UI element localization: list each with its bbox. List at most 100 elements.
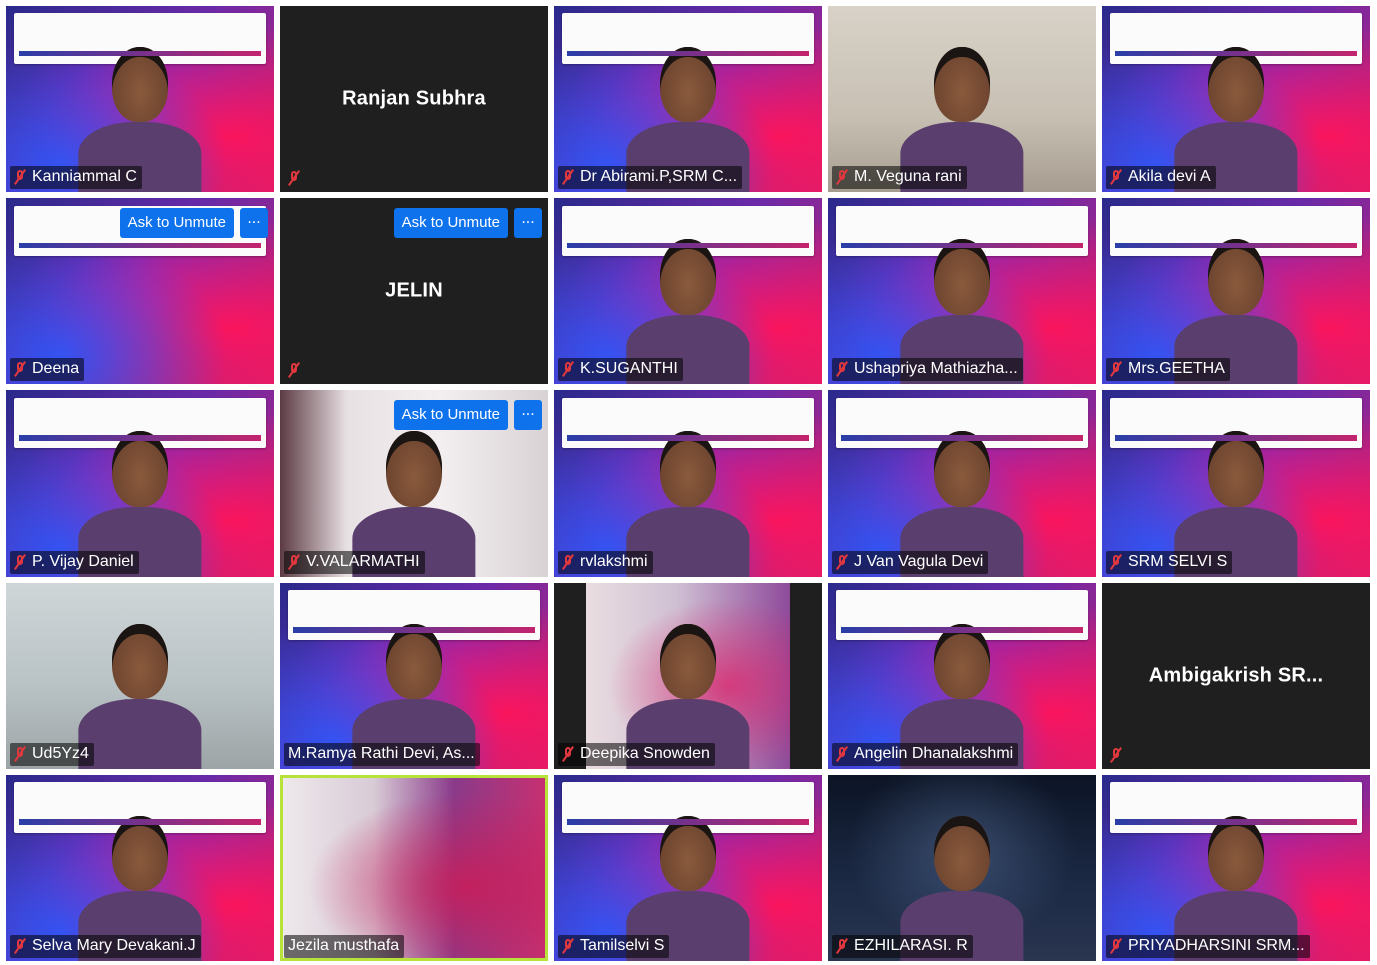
microphone-muted-icon [1110,169,1122,185]
participant-tile[interactable]: Tamilselvi S [554,774,822,961]
microphone-muted-icon [14,938,26,954]
participant-name: Ud5Yz4 [32,744,89,762]
participant-name-tag: Ushapriya Mathiazha... [832,358,1023,382]
microphone-muted-icon [562,746,574,762]
participant-name-tag: V.VALARMATHI [284,550,425,574]
more-options-icon[interactable]: ··· [514,400,542,431]
participant-name: M. Veguna rani [854,168,962,186]
participant-name-tag: Mrs.GEETHA [1106,358,1230,382]
participant-name-tag: Tamilselvi S [558,934,670,958]
participant-name-tag: Dr Abirami.P,SRM C... [558,166,743,190]
participant-name-tag: Selva Mary Devakani.J [10,934,201,958]
participant-name-tag: EZHILARASI. R [832,934,973,958]
microphone-muted-icon [288,170,300,186]
participant-name-tag: M.Ramya Rathi Devi, As... [284,742,480,766]
participant-name-tag: Angelin Dhanalakshmi [832,742,1019,766]
gallery-view: Kanniammal C Ranjan Subhra Dr Abirami.P,SR… [6,6,1370,961]
microphone-muted-icon [562,169,574,185]
participant-name-tag: Ud5Yz4 [10,742,94,766]
ask-to-unmute-button[interactable]: Ask to Unmute [393,400,508,431]
microphone-muted-icon [14,361,26,377]
participant-name: Jezila musthafa [288,936,400,954]
participant-tile[interactable]: Dr Abirami.P,SRM C... [554,6,822,193]
microphone-muted-icon [562,554,574,570]
participant-tile[interactable]: EZHILARASI. R [828,774,1096,961]
participant-name: Deena [32,360,80,378]
participant-name: J Van Vagula Devi [854,552,984,570]
participant-tile[interactable]: JELIN Ask to Unmute ··· [280,198,548,385]
more-options-icon[interactable]: ··· [514,208,542,239]
microphone-muted-icon [562,938,574,954]
participant-tile[interactable]: M.Ramya Rathi Devi, As... [280,582,548,769]
microphone-muted-icon [14,746,26,762]
microphone-muted-icon [288,362,300,378]
participant-display-name: JELIN [385,279,443,302]
participant-name: Mrs.GEETHA [1128,360,1225,378]
participant-name-tag: Deena [10,358,85,382]
participant-tile[interactable]: Ushapriya Mathiazha... [828,198,1096,385]
microphone-muted-icon [1110,747,1122,763]
participant-display-name: Ambigakrish SR... [1148,664,1324,687]
participant-name: rvlakshmi [580,552,648,570]
participant-tile[interactable]: Ranjan Subhra [280,6,548,193]
tile-controls: Ask to Unmute ··· [393,400,542,431]
participant-name-tag: rvlakshmi [558,550,653,574]
participant-name: Selva Mary Devakani.J [32,936,196,954]
participant-name-tag: K.SUGANTHI [558,358,683,382]
participant-tile[interactable]: P. Vijay Daniel [6,390,274,577]
microphone-muted-icon [288,554,300,570]
participant-tile[interactable]: Mrs.GEETHA [1102,198,1370,385]
participant-tile[interactable]: Akila devi A [1102,6,1370,193]
participant-name-tag: PRIYADHARSINI SRM... [1106,934,1310,958]
participant-tile[interactable]: Selva Mary Devakani.J [6,774,274,961]
microphone-muted-icon [14,554,26,570]
participant-name: V.VALARMATHI [306,552,420,570]
participant-name: Tamilselvi S [580,936,665,954]
microphone-muted-icon [836,361,848,377]
microphone-muted-icon [836,938,848,954]
participant-tile[interactable]: Deepika Snowden [554,582,822,769]
participant-name-tag: M. Veguna rani [832,166,967,190]
participant-name-tag: P. Vijay Daniel [10,550,139,574]
tile-controls: Ask to Unmute ··· [393,208,542,239]
participant-name: Dr Abirami.P,SRM C... [580,168,738,186]
microphone-muted-icon [14,169,26,185]
participant-tile[interactable]: PRIYADHARSINI SRM... [1102,774,1370,961]
participant-video [78,623,202,769]
ask-to-unmute-button[interactable]: Ask to Unmute [119,208,234,239]
participant-name: M.Ramya Rathi Devi, As... [288,744,475,762]
more-options-icon[interactable]: ··· [240,208,268,239]
participant-name: SRM SELVI S [1128,552,1228,570]
participant-tile[interactable]: Jezila musthafa [280,774,548,961]
participant-name: Deepika Snowden [580,744,710,762]
participant-name-tag: Jezila musthafa [284,934,405,958]
participant-tile[interactable]: SRM SELVI S [1102,390,1370,577]
participant-tile[interactable]: M. Veguna rani [828,6,1096,193]
participant-name-tag: Akila devi A [1106,166,1216,190]
participant-name: K.SUGANTHI [580,360,678,378]
participant-tile[interactable]: V.VALARMATHI Ask to Unmute ··· [280,390,548,577]
participant-tile[interactable]: Kanniammal C [6,6,274,193]
microphone-muted-icon [836,169,848,185]
participant-name: P. Vijay Daniel [32,552,134,570]
participant-tile[interactable]: Deena Ask to Unmute ··· [6,198,274,385]
participant-name: Kanniammal C [32,168,137,186]
microphone-muted-icon [836,746,848,762]
tile-controls: Ask to Unmute ··· [119,208,268,239]
participant-name-tag: SRM SELVI S [1106,550,1233,574]
participant-name-tag: Deepika Snowden [558,742,715,766]
participant-tile[interactable]: Ud5Yz4 [6,582,274,769]
participant-name: Akila devi A [1128,168,1211,186]
participant-name: EZHILARASI. R [854,936,968,954]
participant-tile[interactable]: J Van Vagula Devi [828,390,1096,577]
ask-to-unmute-button[interactable]: Ask to Unmute [393,208,508,239]
participant-tile[interactable]: rvlakshmi [554,390,822,577]
participant-name: Angelin Dhanalakshmi [854,744,1014,762]
microphone-muted-icon [836,554,848,570]
microphone-muted-icon [1110,554,1122,570]
participant-tile[interactable]: Angelin Dhanalakshmi [828,582,1096,769]
microphone-muted-icon [1110,361,1122,377]
microphone-muted-icon [1110,938,1122,954]
participant-tile[interactable]: K.SUGANTHI [554,198,822,385]
participant-tile[interactable]: Ambigakrish SR... [1102,582,1370,769]
